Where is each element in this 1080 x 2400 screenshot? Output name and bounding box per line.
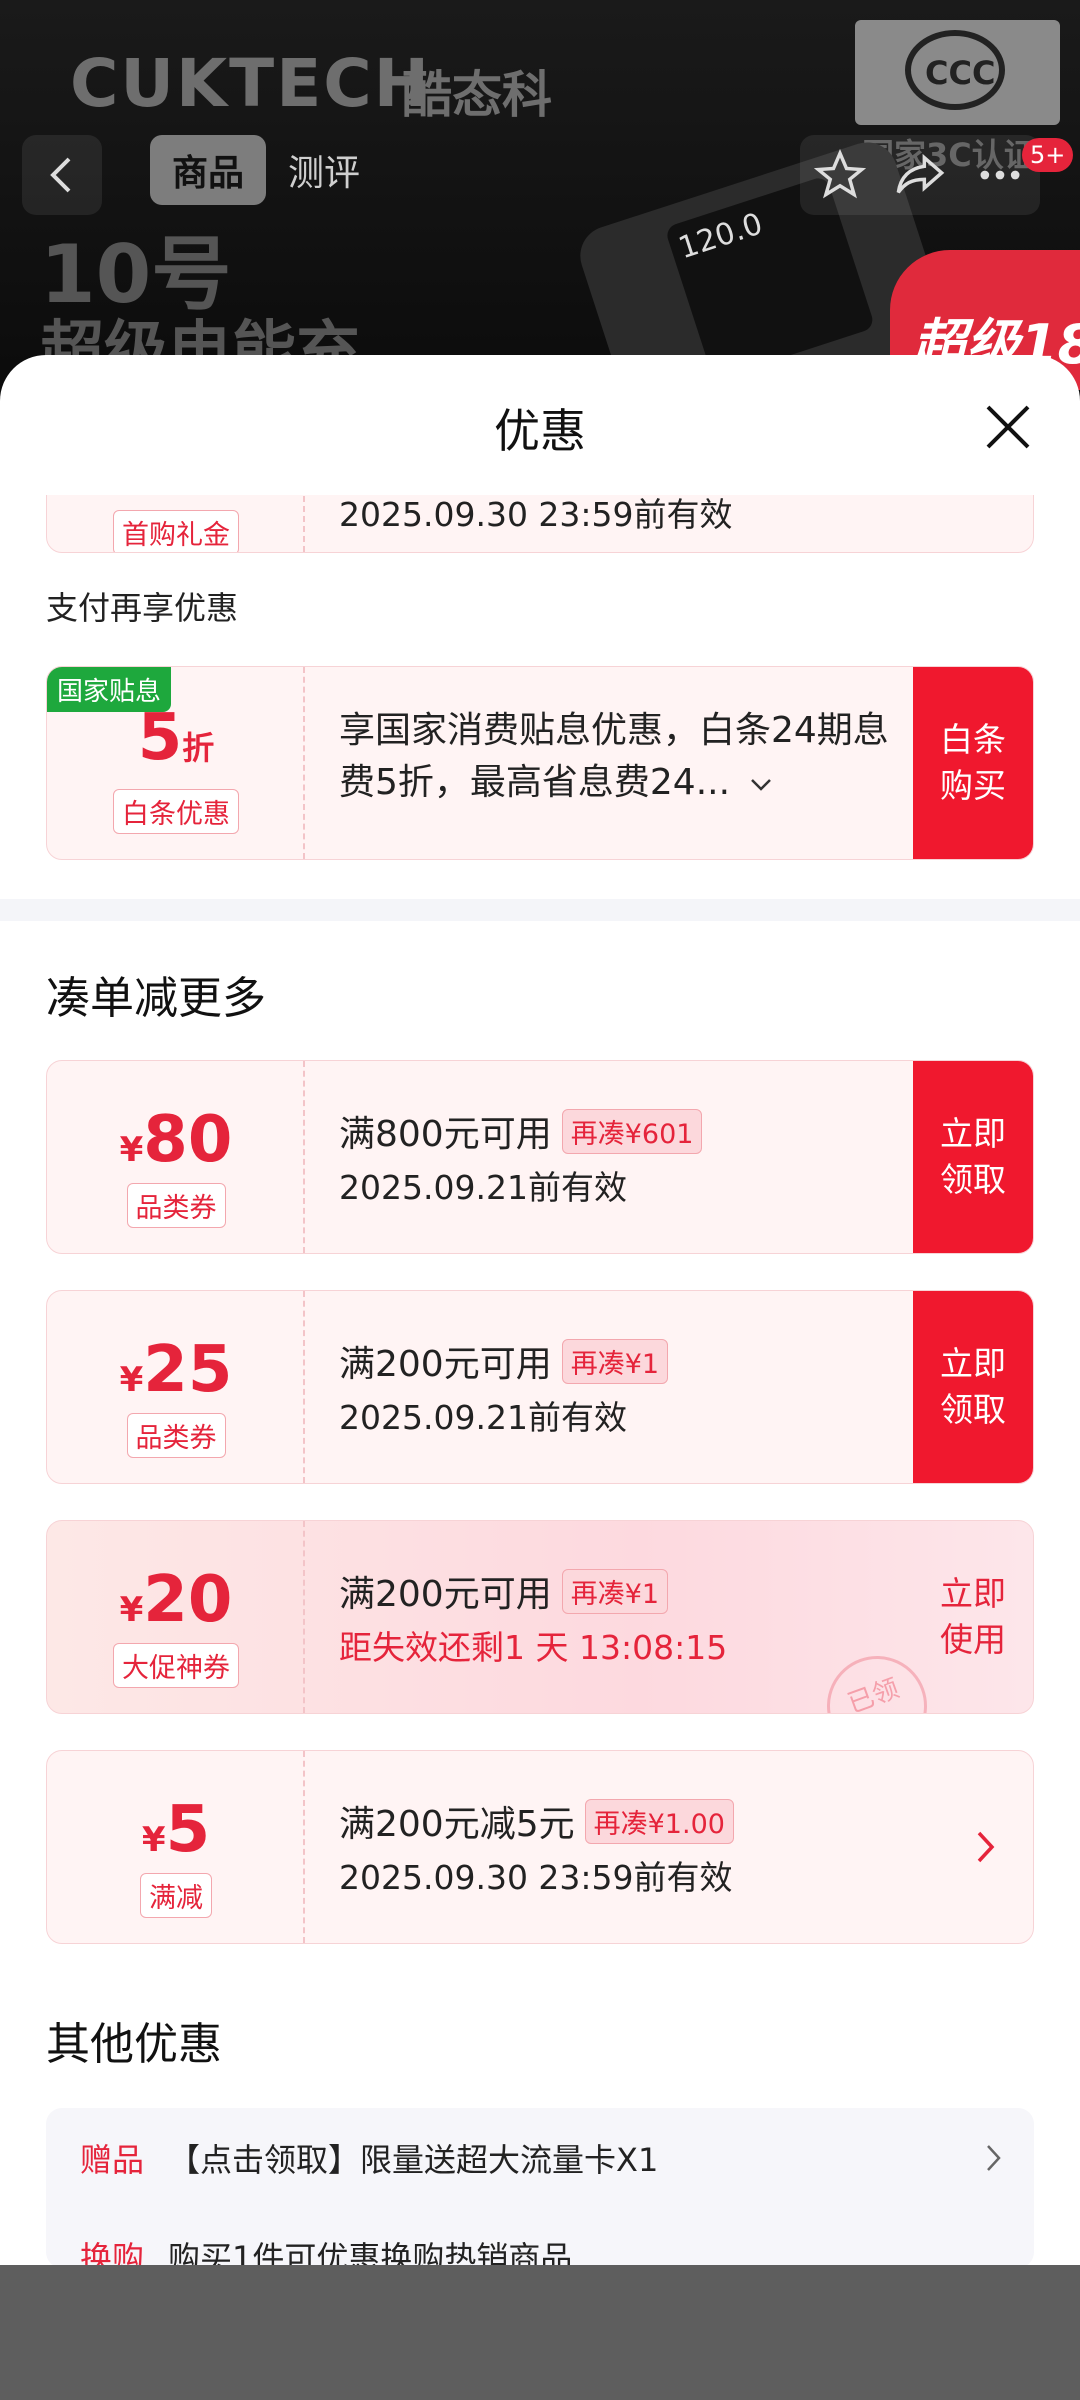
tab-product[interactable]: 商品 xyxy=(150,135,267,205)
benefit-value: 【点击领取】限量送超大流量卡X1 xyxy=(168,2141,659,2179)
brand-logo-cn: 酷态科 xyxy=(402,66,552,124)
sheet-title: 优惠 xyxy=(494,404,586,458)
need-more-tag: 再凑¥1.00 xyxy=(584,1798,734,1844)
gov-subsidy-tag: 国家贴息 xyxy=(47,667,172,712)
ccc-cert-mark: CCC xyxy=(855,20,1060,125)
other-section-title: 其他优惠 xyxy=(46,2019,222,2070)
coupon-type-label: 白条优惠 xyxy=(113,789,239,834)
top-tabs: 商品 测评 xyxy=(150,135,382,210)
more-section-title: 凑单减更多 xyxy=(46,973,266,1024)
close-icon[interactable] xyxy=(978,397,1038,457)
coupon-card: ¥80 品类券 满800元可用 再凑¥601 2025.09.21前有效 立即 领… xyxy=(46,1060,1034,1254)
chevron-down-icon xyxy=(750,779,771,791)
trade-in-row[interactable]: 换购 购买1件可优惠换购热销商品 xyxy=(80,2226,1004,2265)
need-more-tag: 再凑¥1 xyxy=(561,1568,669,1614)
coupon-condition: 满800元可用 xyxy=(339,1114,552,1155)
coupon-amount: 5 xyxy=(165,1793,211,1867)
back-arrow-icon xyxy=(50,157,71,193)
bottom-overlay-bar xyxy=(0,2265,1080,2400)
product-banner: CUKTECH 酷态科 CCC 国家3C认证 10号 超级电能充 120.0 超… xyxy=(0,0,1080,400)
discount-sheet: 优惠 首购礼金 2025.09.30 23:59前有效 支付再享优惠 5折 白条… xyxy=(0,355,1080,2265)
coupon-card: ¥25 品类券 满200元可用 再凑¥1 2025.09.21前有效 立即 领取 xyxy=(46,1290,1034,1484)
notification-badge: 5+ xyxy=(1022,138,1074,172)
ccc-text: CCC xyxy=(925,54,996,92)
coupon-condition: 满200元减5元 xyxy=(339,1804,575,1845)
star-icon[interactable] xyxy=(814,149,866,201)
discount-amount: 5 xyxy=(137,701,183,775)
more-icon[interactable] xyxy=(974,149,1026,201)
coupon-expire: 2025.09.21前有效 xyxy=(339,1398,627,1437)
use-button[interactable]: 立即 使用 xyxy=(913,1521,1033,1713)
back-button[interactable] xyxy=(22,135,102,215)
chevron-right-icon[interactable] xyxy=(975,1827,997,1867)
coupon-type-label: 品类券 xyxy=(126,1183,226,1228)
discount-unit: 折 xyxy=(182,729,215,767)
benefit-description[interactable]: 享国家消费贴息优惠，白条24期息费5折，最高省息费24... xyxy=(339,705,899,809)
share-icon[interactable] xyxy=(894,149,946,201)
need-more-tag: 再凑¥1 xyxy=(561,1338,669,1384)
benefit-key: 换购 xyxy=(80,2239,145,2265)
coupon-type-label: 品类券 xyxy=(126,1413,226,1458)
first-purchase-card: 首购礼金 2025.09.30 23:59前有效 xyxy=(46,495,1034,553)
coupon-expire: 2025.09.30 23:59前有效 xyxy=(339,1858,733,1897)
coupon-type-label: 首购礼金 xyxy=(113,510,239,552)
tab-review[interactable]: 测评 xyxy=(266,135,382,205)
baitiao-card: 5折 白条优惠 国家贴息 享国家消费贴息优惠，白条24期息费5折，最高省息费24… xyxy=(46,666,1034,860)
coupon-card: ¥20 大促神券 满200元可用 再凑¥1 距失效还剩1 天 13:08:15 已… xyxy=(46,1520,1034,1714)
coupon-card[interactable]: ¥5 满减 满200元减5元 再凑¥1.00 2025.09.30 23:59前有… xyxy=(46,1750,1034,1944)
benefit-value: 购买1件可优惠换购热销商品 xyxy=(168,2239,573,2265)
need-more-tag: 再凑¥601 xyxy=(561,1108,703,1154)
sheet-scroll-area[interactable]: 首购礼金 2025.09.30 23:59前有效 支付再享优惠 5折 白条优惠 … xyxy=(0,495,1080,2265)
section-divider xyxy=(0,899,1080,921)
coupon-amount: 25 xyxy=(143,1333,233,1407)
gift-row[interactable]: 赠品 【点击领取】限量送超大流量卡X1 xyxy=(80,2128,1004,2188)
pay-section-title: 支付再享优惠 xyxy=(46,589,239,627)
claim-button[interactable]: 立即 领取 xyxy=(913,1291,1033,1483)
baitiao-buy-button[interactable]: 白条 购买 xyxy=(913,667,1033,859)
claim-button[interactable]: 立即 领取 xyxy=(913,1061,1033,1253)
coupon-condition: 满200元可用 xyxy=(339,1574,552,1615)
coupon-type-label: 满减 xyxy=(140,1873,212,1918)
brand-logo-en: CUKTECH xyxy=(70,45,431,122)
coupon-condition: 满200元可用 xyxy=(339,1344,552,1385)
other-benefits-card: 赠品 【点击领取】限量送超大流量卡X1 换购 购买1件可优惠换购热销商品 xyxy=(46,2108,1034,2265)
coupon-amount: 20 xyxy=(143,1563,233,1637)
coupon-amount: 80 xyxy=(143,1103,233,1177)
coupon-expire: 2025.09.21前有效 xyxy=(339,1168,627,1207)
benefit-key: 赠品 xyxy=(80,2141,145,2179)
coupon-expire: 2025.09.30 23:59前有效 xyxy=(339,495,733,534)
chevron-right-icon xyxy=(987,2145,1001,2171)
header-actions xyxy=(800,135,1040,215)
coupon-type-label: 大促神券 xyxy=(113,1643,239,1688)
countdown-timer: 距失效还剩1 天 13:08:15 xyxy=(339,1628,728,1667)
